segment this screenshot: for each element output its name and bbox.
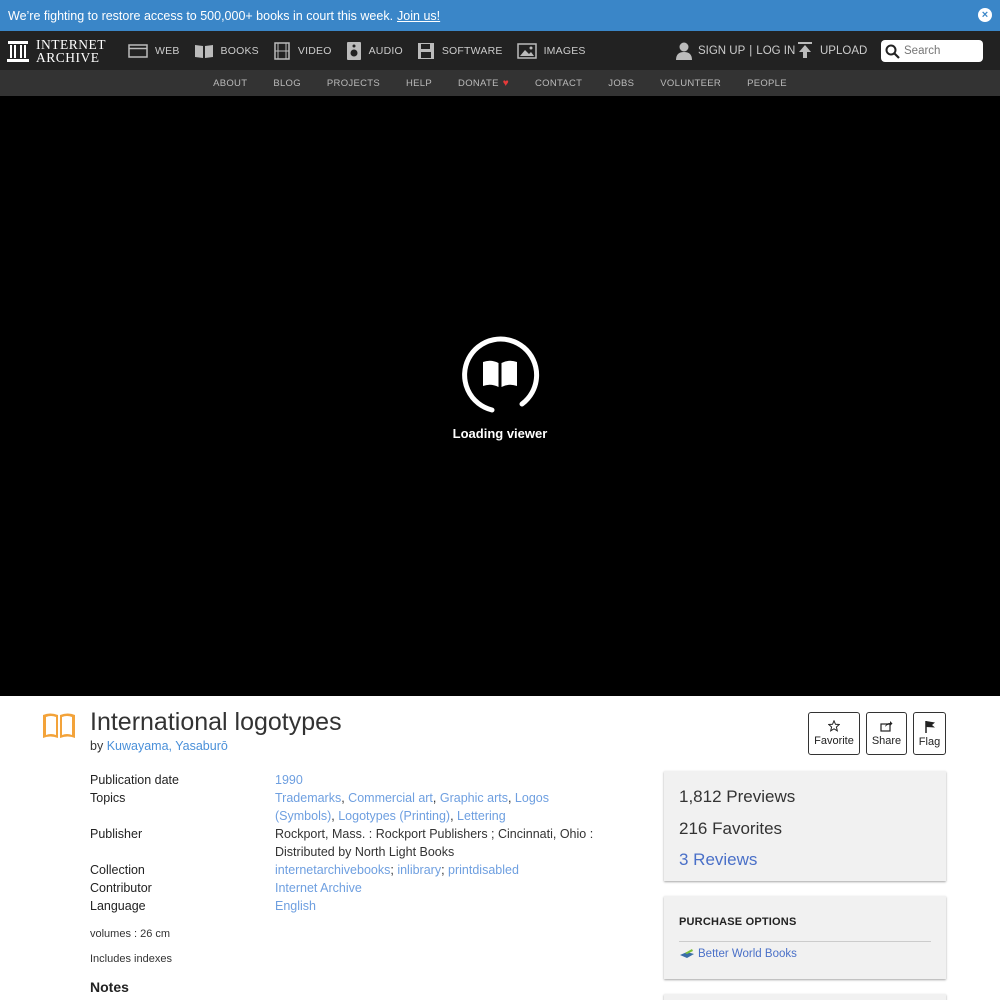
subnav-projects[interactable]: PROJECTS bbox=[327, 78, 380, 89]
topic-link[interactable]: Lettering bbox=[457, 809, 506, 823]
author-link[interactable]: Kuwayama, Yasaburō bbox=[107, 739, 228, 753]
archive-temple-icon bbox=[7, 40, 29, 62]
favorite-button[interactable]: Favorite bbox=[808, 712, 860, 755]
meta-row-topics: Topics Trademarks, Commercial art, Graph… bbox=[90, 791, 549, 823]
speaker-icon bbox=[346, 41, 361, 60]
topic-link[interactable]: Graphic arts bbox=[440, 791, 508, 805]
subnav-jobs[interactable]: JOBS bbox=[608, 78, 634, 89]
close-icon[interactable]: × bbox=[978, 8, 992, 22]
logo-text: INTERNET ARCHIVE bbox=[36, 36, 106, 65]
meta-row-contributor: Contributor Internet Archive bbox=[90, 881, 362, 895]
book-viewer[interactable]: Loading viewer bbox=[0, 96, 1000, 696]
indexes-note: Includes indexes bbox=[90, 953, 172, 965]
flag-button[interactable]: Flag bbox=[913, 712, 946, 755]
secondary-nav: ABOUT BLOG PROJECTS HELP DONATE ♥ CONTACT… bbox=[0, 70, 1000, 96]
notes-heading: Notes bbox=[90, 979, 129, 995]
better-world-books-row: Better World Books bbox=[679, 948, 931, 960]
topic-link[interactable]: Commercial art bbox=[348, 791, 433, 805]
subnav-contact[interactable]: CONTACT bbox=[535, 78, 582, 89]
meta-row-collection: Collection internetarchivebooks; inlibra… bbox=[90, 863, 519, 877]
volumes-note: volumes : 26 cm bbox=[90, 928, 171, 940]
better-world-books-logo-icon bbox=[680, 949, 694, 958]
nav-video[interactable]: VIDEO bbox=[273, 41, 332, 60]
topic-link[interactable]: Trademarks bbox=[275, 791, 341, 805]
collection-link[interactable]: inlibrary bbox=[397, 863, 441, 877]
nav-web[interactable]: WEB bbox=[128, 43, 180, 58]
item-byline: by Kuwayama, Yasaburō bbox=[90, 739, 228, 753]
nav-books[interactable]: BOOKS bbox=[194, 43, 259, 59]
subnav-donate[interactable]: DONATE ♥ bbox=[458, 78, 509, 89]
previews-stat: 1,812 Previews bbox=[679, 787, 796, 806]
collection-link[interactable]: internetarchivebooks bbox=[275, 863, 390, 877]
better-world-books-link[interactable]: Better World Books bbox=[698, 948, 797, 960]
upload-button[interactable]: UPLOAD bbox=[797, 31, 867, 70]
language-link[interactable]: English bbox=[275, 899, 316, 913]
purchase-heading: PURCHASE OPTIONS bbox=[679, 916, 931, 942]
item-metadata: Publication date 1990 Topics Trademarks,… bbox=[90, 771, 610, 995]
books-icon bbox=[194, 44, 213, 58]
share-icon bbox=[880, 721, 893, 732]
nav-audio[interactable]: AUDIO bbox=[346, 41, 403, 60]
nav-images[interactable]: IMAGES bbox=[516, 42, 586, 59]
item-title: International logotypes bbox=[90, 708, 342, 736]
flag-icon bbox=[924, 720, 935, 733]
user-icon bbox=[676, 42, 692, 60]
publication-date-link[interactable]: 1990 bbox=[275, 773, 303, 787]
subnav-about[interactable]: ABOUT bbox=[213, 78, 247, 89]
meta-row-language: Language English bbox=[90, 899, 316, 913]
subnav-volunteer[interactable]: VOLUNTEER bbox=[660, 78, 721, 89]
publisher-value: Rockport, Mass. : Rockport Publishers ; … bbox=[275, 827, 594, 859]
banner-message: We’re fighting to restore access to 500,… bbox=[8, 8, 394, 23]
upload-icon bbox=[798, 41, 812, 58]
site-logo[interactable]: INTERNET ARCHIVE bbox=[7, 36, 127, 65]
purchase-options-panel: PURCHASE OPTIONS Better World Books bbox=[664, 896, 946, 979]
search-icon[interactable] bbox=[885, 44, 900, 59]
star-icon bbox=[828, 720, 840, 732]
subnav-people[interactable]: PEOPLE bbox=[747, 78, 787, 89]
item-stats-panel: 1,812 Previews 216 Favorites 3 Reviews bbox=[664, 771, 946, 881]
share-button[interactable]: Share bbox=[866, 712, 907, 755]
next-panel bbox=[664, 994, 946, 1000]
meta-row-publication-date: Publication date 1990 bbox=[90, 773, 303, 787]
web-icon bbox=[128, 43, 148, 58]
signup-link[interactable]: SIGN UP bbox=[698, 45, 745, 57]
banner-join-link[interactable]: Join us! bbox=[397, 9, 440, 23]
topic-link[interactable]: Logotypes (Printing) bbox=[338, 809, 450, 823]
search-box bbox=[881, 40, 983, 62]
film-icon bbox=[274, 41, 290, 60]
favorites-stat: 216 Favorites bbox=[679, 818, 783, 838]
user-separator: | bbox=[749, 44, 753, 57]
top-navigation: INTERNET ARCHIVE WEB BOOKS VIDEO AUDIO S… bbox=[0, 31, 1000, 70]
user-menu: SIGN UP | LOG IN bbox=[676, 31, 795, 70]
subnav-blog[interactable]: BLOG bbox=[273, 78, 301, 89]
image-icon bbox=[516, 42, 537, 59]
floppy-icon bbox=[417, 42, 434, 59]
book-icon bbox=[43, 713, 75, 738]
media-nav: WEB BOOKS VIDEO AUDIO SOFTWARE IMAGES bbox=[128, 41, 600, 60]
heart-icon: ♥ bbox=[502, 77, 509, 89]
search-input[interactable] bbox=[904, 45, 980, 57]
collection-link[interactable]: printdisabled bbox=[448, 863, 519, 877]
nav-software[interactable]: SOFTWARE bbox=[417, 42, 503, 60]
subnav-help[interactable]: HELP bbox=[406, 78, 432, 89]
announcement-banner: We’re fighting to restore access to 500,… bbox=[0, 0, 1000, 31]
loading-spinner-icon bbox=[462, 336, 540, 413]
reviews-link[interactable]: 3 Reviews bbox=[679, 844, 931, 876]
meta-row-publisher: Publisher Rockport, Mass. : Rockport Pub… bbox=[90, 827, 594, 859]
login-link[interactable]: LOG IN bbox=[756, 45, 795, 57]
loading-text: Loading viewer bbox=[452, 426, 548, 441]
contributor-link[interactable]: Internet Archive bbox=[275, 881, 362, 895]
